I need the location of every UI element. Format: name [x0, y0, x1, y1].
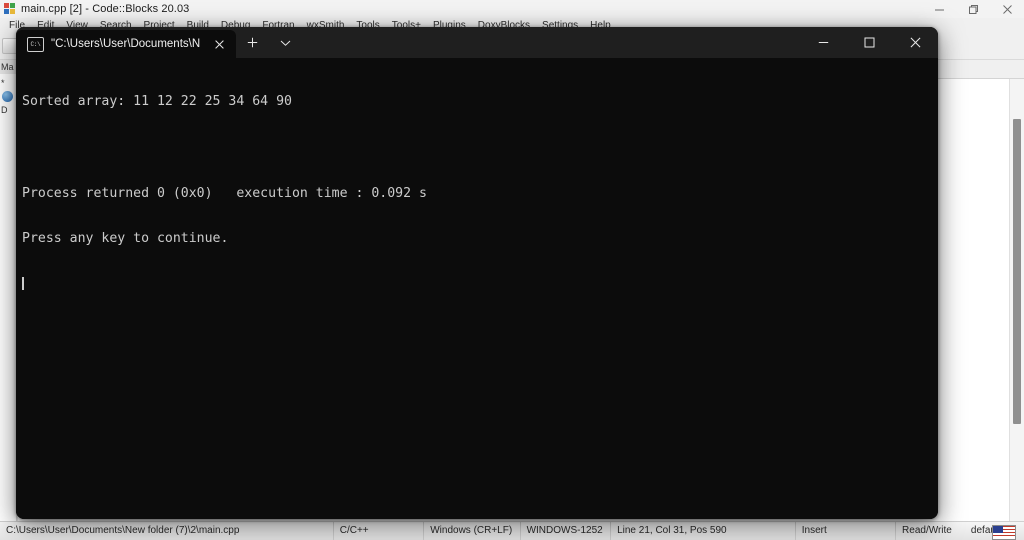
- tree-row[interactable]: *: [1, 77, 15, 89]
- management-panel: Ma * D: [0, 60, 17, 521]
- tree-row[interactable]: D: [1, 104, 15, 116]
- ide-title-bar: main.cpp [2] - Code::Blocks 20.03: [0, 0, 1024, 18]
- editor-vertical-scrollbar[interactable]: [1009, 79, 1024, 521]
- editor-scrollbar-thumb[interactable]: [1013, 119, 1021, 424]
- status-access-mode: Read/Write: [902, 525, 952, 536]
- windows-terminal-window: C:\ "C:\Users\User\Documents\N Sorted ar…: [16, 27, 938, 519]
- terminal-minimize-button[interactable]: [800, 27, 846, 58]
- status-line-endings: Windows (CR+LF): [424, 522, 521, 540]
- ide-window-controls: [922, 0, 1024, 18]
- workspace-globe-icon: [2, 91, 13, 102]
- terminal-cursor: [22, 276, 24, 290]
- status-cursor-position: Line 21, Col 31, Pos 590: [611, 522, 796, 540]
- new-tab-icon[interactable]: [236, 27, 269, 58]
- project-tree[interactable]: * D: [0, 74, 16, 521]
- terminal-window-controls: [800, 27, 938, 58]
- ide-minimize-button[interactable]: [922, 0, 956, 18]
- status-language: C/C++: [334, 522, 425, 540]
- terminal-tab[interactable]: C:\ "C:\Users\User\Documents\N: [16, 30, 237, 58]
- ide-status-bar: C:\Users\User\Documents\New folder (7)\2…: [0, 521, 1024, 540]
- terminal-tab-close-icon[interactable]: [211, 36, 227, 52]
- ide-window-title: main.cpp [2] - Code::Blocks 20.03: [21, 3, 190, 15]
- terminal-output-screen[interactable]: Sorted array: 11 12 22 25 34 64 90 Proce…: [16, 58, 938, 519]
- terminal-close-button[interactable]: [892, 27, 938, 58]
- terminal-output-line: Process returned 0 (0x0) execution time …: [22, 185, 427, 201]
- us-flag-icon: [992, 525, 1016, 540]
- terminal-tab-title: "C:\Users\User\Documents\N: [51, 38, 201, 50]
- terminal-output-line: Press any key to continue.: [22, 231, 229, 247]
- ide-close-button[interactable]: [990, 0, 1024, 18]
- terminal-title-bar[interactable]: C:\ "C:\Users\User\Documents\N: [16, 27, 938, 58]
- codeblocks-icon: [4, 3, 16, 15]
- status-encoding: WINDOWS-1252: [521, 522, 612, 540]
- ide-restore-button[interactable]: [956, 0, 990, 18]
- management-panel-title: Ma: [0, 60, 16, 74]
- terminal-output-line: Sorted array: 11 12 22 25 34 64 90: [22, 94, 292, 110]
- status-file-path: C:\Users\User\Documents\New folder (7)\2…: [0, 522, 334, 540]
- status-insert-mode: Insert: [796, 522, 897, 540]
- terminal-maximize-button[interactable]: [846, 27, 892, 58]
- cmd-prompt-icon: C:\: [27, 36, 44, 52]
- chevron-down-icon[interactable]: [269, 27, 302, 58]
- terminal-tab-strip: C:\ "C:\Users\User\Documents\N: [16, 27, 800, 58]
- terminal-cursor-line: [22, 276, 938, 292]
